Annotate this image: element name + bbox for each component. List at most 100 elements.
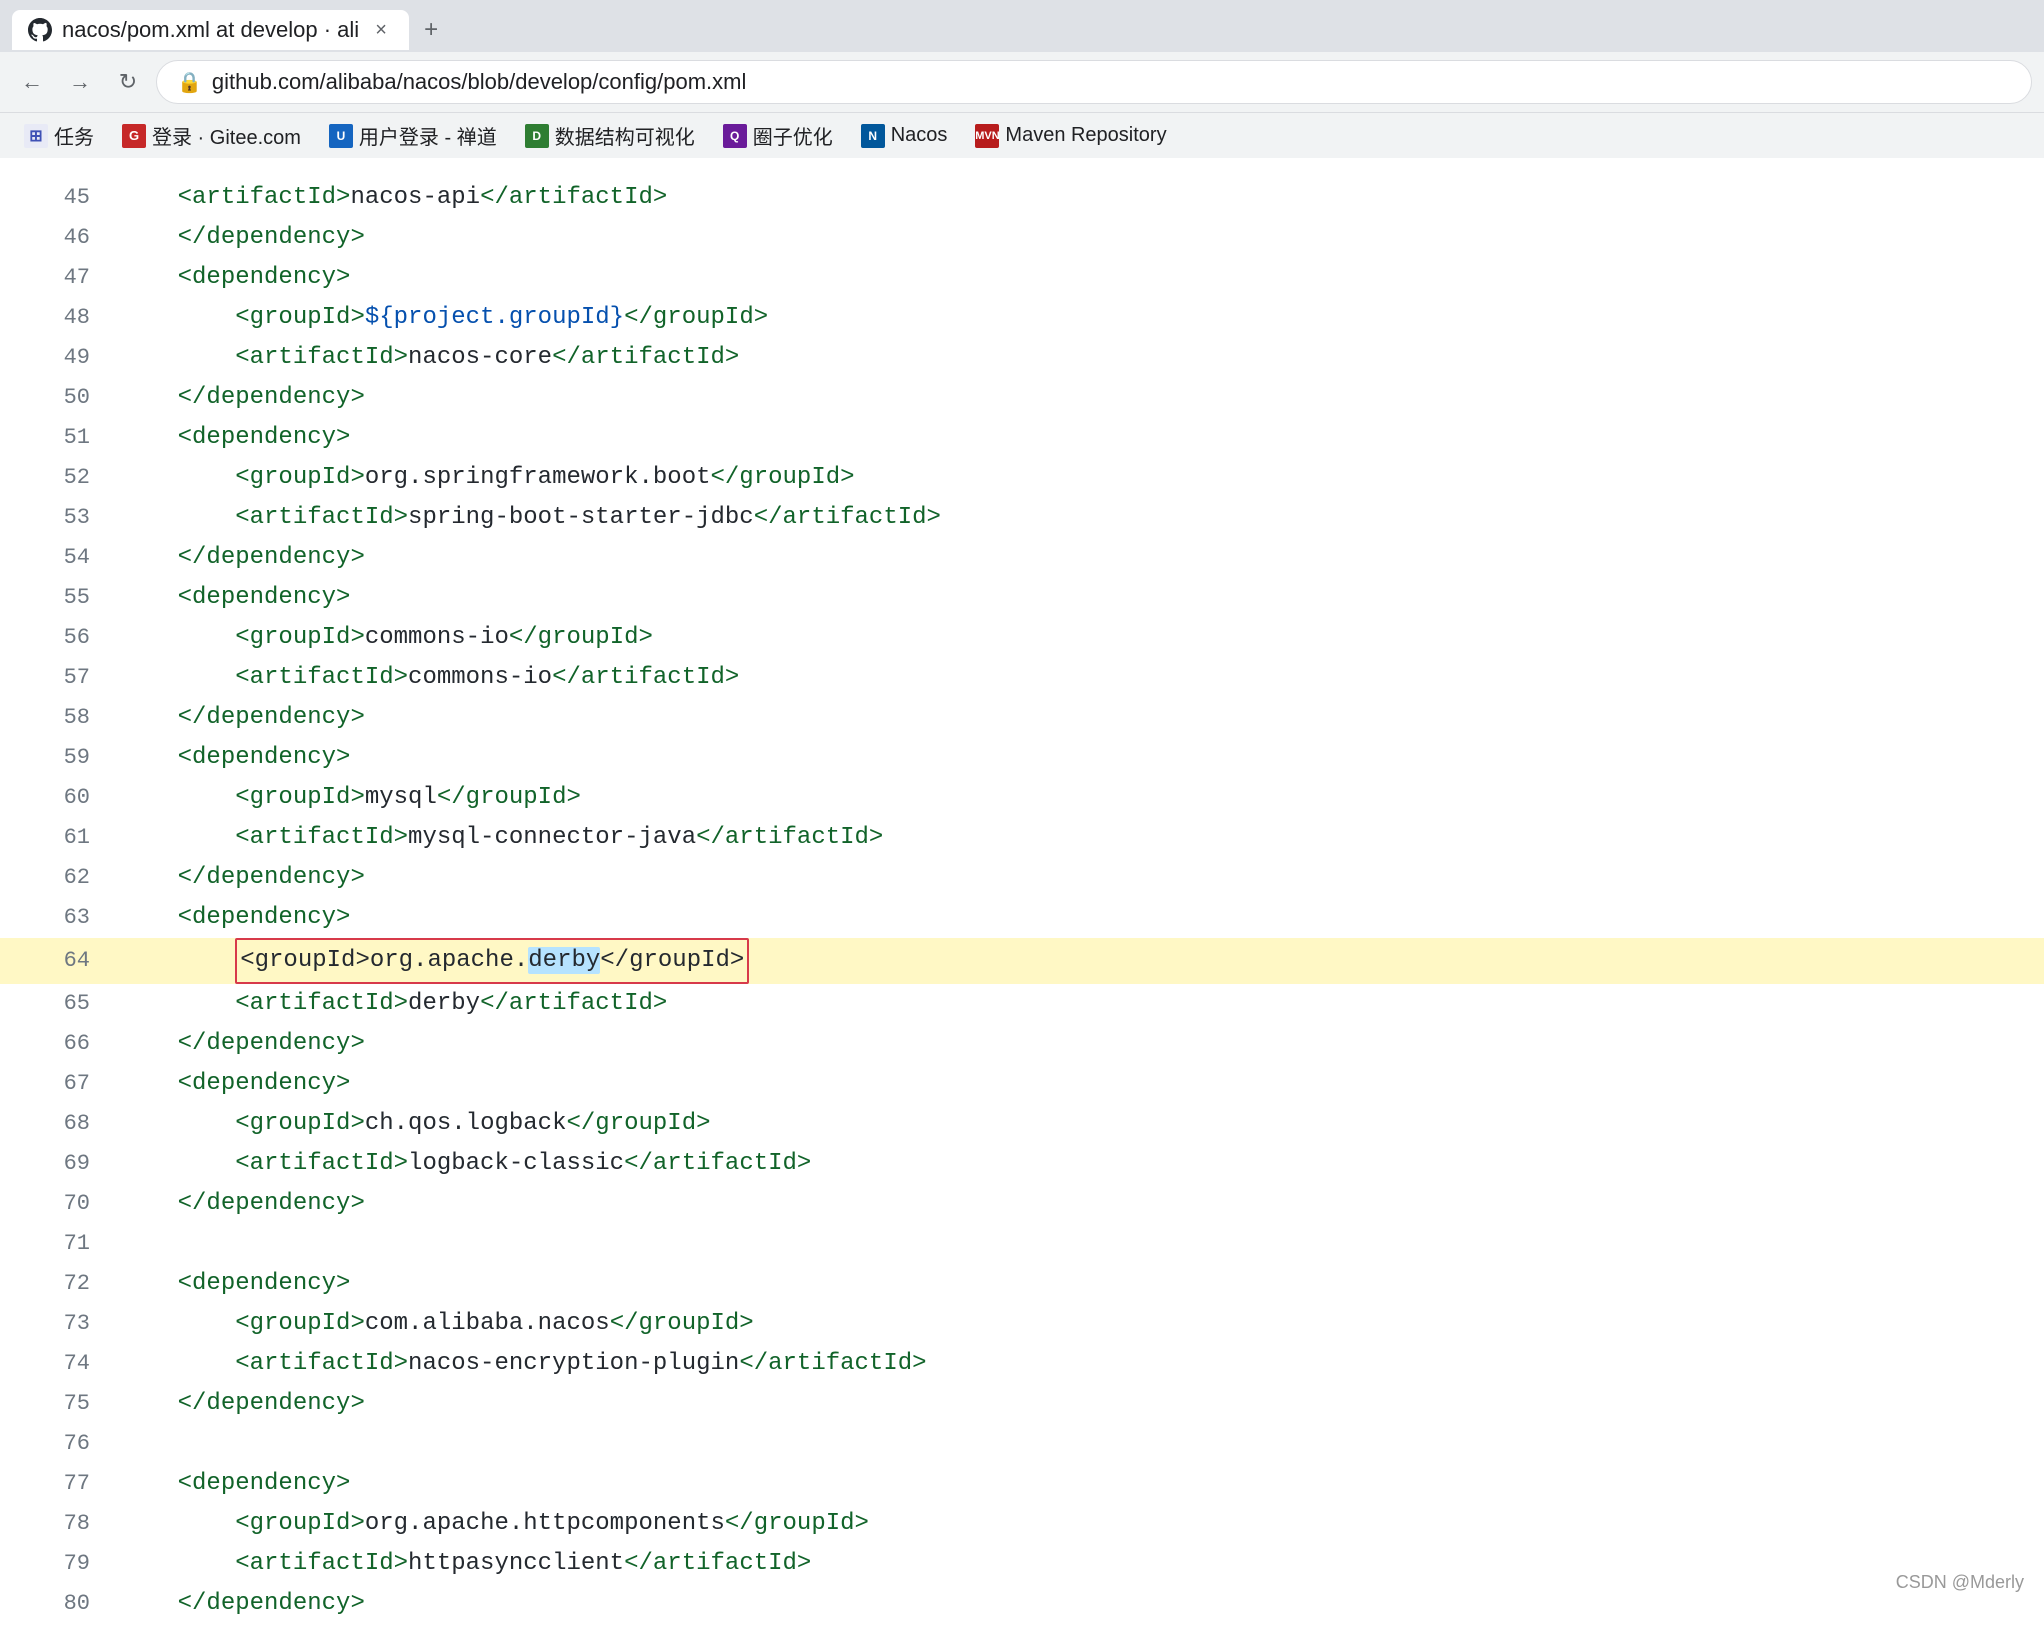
bookmarks-bar: ⊞ 任务 G 登录 · Gitee.com U 用户登录 - 禅道 D 数据结构… xyxy=(0,112,2044,158)
code-line-46: 46 </dependency> xyxy=(0,218,2044,258)
bookmark-data-label: 数据结构可视化 xyxy=(555,121,695,150)
bookmark-nacos-label: Nacos xyxy=(891,124,948,147)
line-number: 63 xyxy=(0,898,120,938)
code-line-67: 67 <dependency> xyxy=(0,1064,2044,1104)
line-number: 68 xyxy=(0,1104,120,1144)
line-number: 64 xyxy=(0,941,120,981)
line-number: 75 xyxy=(0,1384,120,1424)
tab-bar: nacos/pom.xml at develop · ali × + xyxy=(0,0,2044,52)
code-line-72: 72 <dependency> xyxy=(0,1264,2044,1304)
code-line-53: 53 <artifactId>spring-boot-starter-jdbc<… xyxy=(0,498,2044,538)
line-content: <groupId>mysql</groupId> xyxy=(120,778,581,818)
forward-button[interactable]: → xyxy=(60,62,100,102)
code-line-64: 64 <groupId>org.apache.derby</groupId> xyxy=(0,938,2044,984)
tab-title: nacos/pom.xml at develop · ali xyxy=(62,17,359,43)
bookmark-maven-label: Maven Repository xyxy=(1005,124,1166,147)
line-number: 60 xyxy=(0,778,120,818)
url-text: github.com/alibaba/nacos/blob/develop/co… xyxy=(212,69,746,95)
code-line-57: 57 <artifactId>commons-io</artifactId> xyxy=(0,658,2044,698)
line-number: 59 xyxy=(0,738,120,778)
code-line-75: 75 </dependency> xyxy=(0,1384,2044,1424)
line-number: 77 xyxy=(0,1464,120,1504)
code-line-65: 65 <artifactId>derby</artifactId> xyxy=(0,984,2044,1024)
line-content: <dependency> xyxy=(120,738,350,778)
code-line-80: 80 </dependency> xyxy=(0,1584,2044,1624)
line-content: <artifactId>derby</artifactId> xyxy=(120,984,667,1024)
code-line-54: 54 </dependency> xyxy=(0,538,2044,578)
code-line-76: 76 xyxy=(0,1424,2044,1464)
apps-icon: ⊞ xyxy=(24,124,48,148)
line-number: 49 xyxy=(0,338,120,378)
code-line-70: 70 </dependency> xyxy=(0,1184,2044,1224)
line-number: 57 xyxy=(0,658,120,698)
bookmark-data[interactable]: D 数据结构可视化 xyxy=(513,115,707,156)
new-tab-button[interactable]: + xyxy=(413,12,449,48)
line-number: 73 xyxy=(0,1304,120,1344)
address-bar[interactable]: 🔒 github.com/alibaba/nacos/blob/develop/… xyxy=(156,60,2032,104)
watermark: CSDN @Mderly xyxy=(1896,1572,2024,1593)
tab-close-button[interactable]: × xyxy=(369,18,393,42)
line-content: <groupId>org.springframework.boot</group… xyxy=(120,458,855,498)
line-number: 74 xyxy=(0,1344,120,1384)
line-content: <dependency> xyxy=(120,1064,350,1104)
line-content: </dependency> xyxy=(120,1384,365,1424)
line-number: 69 xyxy=(0,1144,120,1184)
lock-icon: 🔒 xyxy=(177,70,202,95)
line-number: 56 xyxy=(0,618,120,658)
line-content: <artifactId>mysql-connector-java</artifa… xyxy=(120,818,883,858)
line-content: </dependency> xyxy=(120,1584,365,1624)
line-number: 53 xyxy=(0,498,120,538)
line-number: 72 xyxy=(0,1264,120,1304)
code-line-48: 48 <groupId>${project.groupId}</groupId> xyxy=(0,298,2044,338)
line-content: <groupId>commons-io</groupId> xyxy=(120,618,653,658)
bookmark-apps[interactable]: ⊞ 任务 xyxy=(12,115,106,156)
line-content: <dependency> xyxy=(120,578,350,618)
line-content: </dependency> xyxy=(120,378,365,418)
data-icon: D xyxy=(525,124,549,148)
code-line-51: 51 <dependency> xyxy=(0,418,2044,458)
bookmark-qz-label: 圈子优化 xyxy=(753,121,833,150)
bookmark-qz[interactable]: Q 圈子优化 xyxy=(711,115,845,156)
line-number: 47 xyxy=(0,258,120,298)
line-number: 65 xyxy=(0,984,120,1024)
bookmark-nacos[interactable]: N Nacos xyxy=(849,118,960,154)
line-number: 52 xyxy=(0,458,120,498)
bookmark-user[interactable]: U 用户登录 - 禅道 xyxy=(317,115,509,156)
line-number: 48 xyxy=(0,298,120,338)
line-content: <artifactId>logback-classic</artifactId> xyxy=(120,1144,811,1184)
bookmark-apps-label: 任务 xyxy=(54,121,94,150)
line-number: 62 xyxy=(0,858,120,898)
line-number: 45 xyxy=(0,178,120,218)
line-number: 50 xyxy=(0,378,120,418)
reload-button[interactable]: ↻ xyxy=(108,62,148,102)
code-line-47: 47 <dependency> xyxy=(0,258,2044,298)
line-content: <groupId>org.apache.httpcomponents</grou… xyxy=(120,1504,869,1544)
line-content: </dependency> xyxy=(120,698,365,738)
gitee-icon: G xyxy=(122,124,146,148)
code-line-73: 73 <groupId>com.alibaba.nacos</groupId> xyxy=(0,1304,2044,1344)
user-icon: U xyxy=(329,124,353,148)
line-content: <dependency> xyxy=(120,898,350,938)
code-line-61: 61 <artifactId>mysql-connector-java</art… xyxy=(0,818,2044,858)
line-content: </dependency> xyxy=(120,1024,365,1064)
code-line-77: 77 <dependency> xyxy=(0,1464,2044,1504)
code-line-79: 79 <artifactId>httpasyncclient</artifact… xyxy=(0,1544,2044,1584)
code-line-74: 74 <artifactId>nacos-encryption-plugin</… xyxy=(0,1344,2044,1384)
line-number: 51 xyxy=(0,418,120,458)
line-number: 70 xyxy=(0,1184,120,1224)
back-button[interactable]: ← xyxy=(12,62,52,102)
line-number: 78 xyxy=(0,1504,120,1544)
bookmark-maven[interactable]: MVN Maven Repository xyxy=(963,118,1178,154)
code-line-66: 66 </dependency> xyxy=(0,1024,2044,1064)
line-number: 55 xyxy=(0,578,120,618)
bookmark-gitee[interactable]: G 登录 · Gitee.com xyxy=(110,115,313,156)
nav-bar: ← → ↻ 🔒 github.com/alibaba/nacos/blob/de… xyxy=(0,52,2044,112)
active-tab[interactable]: nacos/pom.xml at develop · ali × xyxy=(12,10,409,50)
code-line-69: 69 <artifactId>logback-classic</artifact… xyxy=(0,1144,2044,1184)
line-number: 67 xyxy=(0,1064,120,1104)
code-line-58: 58 </dependency> xyxy=(0,698,2044,738)
code-line-50: 50 </dependency> xyxy=(0,378,2044,418)
code-line-49: 49 <artifactId>nacos-core</artifactId> xyxy=(0,338,2044,378)
code-line-62: 62 </dependency> xyxy=(0,858,2044,898)
code-line-52: 52 <groupId>org.springframework.boot</gr… xyxy=(0,458,2044,498)
